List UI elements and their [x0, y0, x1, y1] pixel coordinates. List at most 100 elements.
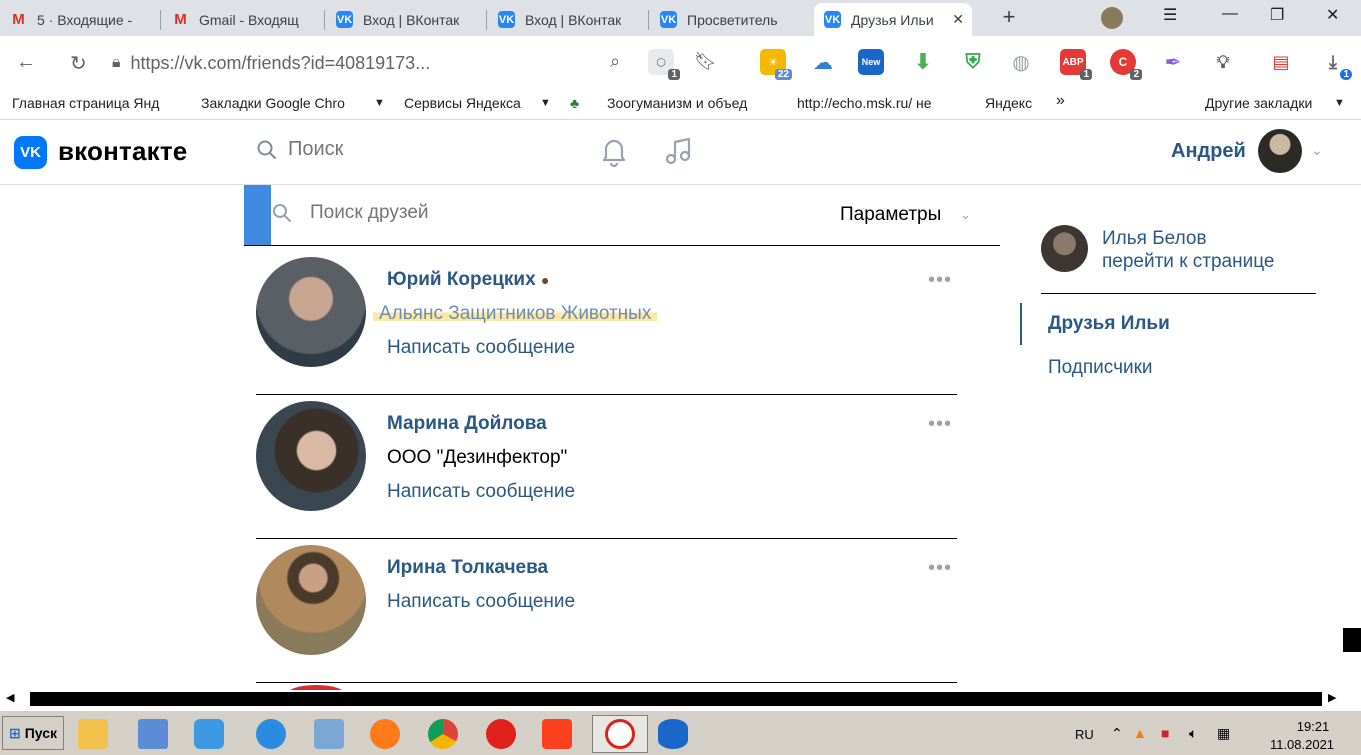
nav-subscribers[interactable]: Подписчики — [1048, 357, 1153, 379]
globe-icon[interactable]: ◍ — [1008, 49, 1034, 75]
friend-search-input[interactable] — [310, 202, 710, 224]
bell-icon[interactable] — [597, 134, 631, 168]
friend-search[interactable] — [272, 202, 710, 224]
minimize-icon[interactable]: — — [1222, 5, 1238, 23]
avatar[interactable] — [256, 545, 366, 655]
bookmark-item[interactable]: Сервисы Яндекса — [404, 95, 539, 111]
downloads-icon[interactable]: ⤓ 1 — [1320, 49, 1352, 80]
scroll-right-icon[interactable]: ▶ — [1328, 691, 1336, 704]
bookmark-item[interactable]: Зоогуманизм и объед — [607, 95, 777, 111]
horizontal-scrollbar[interactable]: ◀ ▶ — [0, 690, 1361, 708]
browser-tab[interactable]: M Gmail - Входящ — [162, 3, 322, 36]
shield-icon[interactable]: ⛨ — [960, 49, 986, 75]
bookmark-item[interactable]: Закладки Google Chro — [201, 95, 371, 111]
friend-search-row: Параметры ⌄ — [244, 185, 1000, 246]
gmail-icon: M — [174, 11, 187, 28]
write-message-link[interactable]: Написать сообщение — [387, 591, 575, 613]
friend-name[interactable]: Марина Дойлова — [387, 413, 547, 435]
more-icon[interactable]: ••• — [928, 413, 952, 436]
menu-icon[interactable]: ☰ — [1163, 5, 1177, 25]
horizontal-scrollbar-thumb[interactable] — [30, 692, 1322, 706]
download-arrow-icon[interactable]: ⬇ — [910, 49, 936, 75]
search-icon — [273, 204, 291, 222]
show-hidden-icons-icon[interactable]: ⌃ — [1111, 725, 1123, 742]
friend-subtitle: ООО "Дезинфектор" — [387, 447, 568, 468]
weather-icon[interactable]: ☀ 22 — [760, 49, 792, 80]
bookmark-item[interactable]: http://echo.msk.ru/ не — [797, 95, 965, 111]
media-player-icon[interactable] — [188, 715, 230, 753]
new-extension-icon[interactable]: New — [858, 49, 884, 75]
other-bookmarks[interactable]: Другие закладки — [1205, 95, 1312, 111]
profile-avatar-icon[interactable] — [1101, 7, 1123, 29]
chevron-down-icon[interactable]: ⌄ — [960, 207, 971, 223]
bookmark-item[interactable]: Главная страница Янд — [12, 95, 182, 111]
browser-tab-active[interactable]: VK Друзья Ильи ✕ — [814, 3, 972, 36]
internet-explorer-icon[interactable] — [250, 715, 292, 753]
browser-tab[interactable]: M 5 · Входящие - — [0, 3, 158, 36]
cloud-icon[interactable]: ☁ — [810, 49, 836, 75]
scroll-left-icon[interactable]: ◀ — [6, 691, 14, 704]
mail-client-icon[interactable] — [308, 715, 350, 753]
bookmark-item[interactable]: Яндекс — [985, 95, 1032, 111]
language-indicator[interactable]: RU — [1075, 727, 1094, 742]
params-dropdown[interactable]: Параметры — [840, 204, 941, 226]
tray-app-icon[interactable]: ▲ — [1133, 725, 1147, 741]
close-tab-icon[interactable]: ✕ — [952, 11, 964, 28]
more-icon[interactable]: ••• — [928, 269, 952, 292]
restore-icon[interactable]: ❐ — [1270, 5, 1284, 25]
chrome-icon[interactable] — [422, 715, 464, 753]
pdf-icon[interactable]: ▤ — [1268, 49, 1294, 75]
avatar[interactable] — [256, 257, 366, 367]
network-icon[interactable]: ▦ — [1217, 725, 1230, 742]
firefox-icon[interactable] — [364, 715, 406, 753]
zoom-icon[interactable]: ⌕ — [610, 51, 620, 72]
avatar[interactable] — [256, 401, 366, 511]
more-bookmarks-icon[interactable]: » — [1056, 92, 1065, 110]
tray-app-icon[interactable]: ■ — [1161, 725, 1169, 741]
browser-tab[interactable]: VK Вход | ВКонтак — [488, 3, 646, 36]
search-icon — [257, 140, 276, 159]
clock-date[interactable]: 11.08.2021 — [1257, 737, 1347, 752]
start-button[interactable]: ⊞ Пуск — [2, 716, 65, 750]
friend-name[interactable]: Ирина Толкачева — [387, 557, 548, 579]
saucer-app-icon[interactable] — [652, 715, 694, 753]
bookmark-icon[interactable]: 🔖︎ — [694, 51, 717, 72]
write-message-link[interactable]: Написать сообщение — [387, 337, 575, 359]
browser-tab[interactable]: VK Вход | ВКонтак — [326, 3, 484, 36]
yandex-browser-icon[interactable] — [592, 715, 648, 753]
extension-icon[interactable]: ⬡ 1 — [648, 49, 680, 80]
go-to-page-link[interactable]: перейти к странице — [1102, 251, 1274, 273]
avatar[interactable] — [1258, 129, 1302, 173]
explorer-icon[interactable] — [72, 715, 114, 753]
vk-search[interactable] — [256, 138, 488, 161]
lightbulb-icon[interactable]: 💡︎ — [1210, 49, 1236, 75]
close-window-icon[interactable]: ✕ — [1326, 5, 1339, 25]
reload-icon[interactable]: ↻ — [70, 51, 87, 76]
list-item: Ирина Толкачева Написать сообщение ••• — [256, 539, 957, 683]
volume-icon[interactable]: 🔈︎ — [1189, 725, 1197, 742]
write-message-link[interactable]: Написать сообщение — [387, 481, 575, 503]
more-icon[interactable]: ••• — [928, 557, 952, 580]
feather-icon[interactable]: ✒ — [1160, 49, 1186, 75]
vertical-scrollbar-thumb[interactable] — [1343, 628, 1361, 652]
nav-friends[interactable]: Друзья Ильи — [1048, 313, 1170, 335]
adblock-icon[interactable]: ABP 1 — [1060, 49, 1092, 80]
browser-tab[interactable]: VK Просветитель — [650, 3, 810, 36]
owner-name[interactable]: Илья Белов — [1102, 228, 1207, 250]
new-tab-button[interactable]: + — [996, 5, 1022, 31]
music-icon[interactable] — [662, 134, 696, 168]
avatar[interactable] — [1041, 225, 1088, 272]
clock-time[interactable]: 19:21 — [1273, 719, 1353, 734]
opera-icon[interactable] — [480, 715, 522, 753]
vk-wordmark[interactable]: вконтакте — [58, 136, 187, 167]
list-item: Юрий Корецких ● Альянс Защитников Животн… — [256, 251, 957, 395]
search-input[interactable] — [288, 138, 488, 161]
extension-icon[interactable]: C2 — [1110, 49, 1142, 80]
friend-name[interactable]: Юрий Корецких ● — [387, 269, 549, 291]
vk-logo-icon[interactable]: VK — [14, 136, 47, 169]
back-icon[interactable]: ← — [16, 51, 36, 74]
user-name[interactable]: Андрей — [1171, 140, 1246, 163]
document-icon[interactable] — [132, 715, 174, 753]
chevron-down-icon[interactable]: ⌄ — [1311, 142, 1323, 159]
yandex-icon[interactable] — [536, 715, 578, 753]
